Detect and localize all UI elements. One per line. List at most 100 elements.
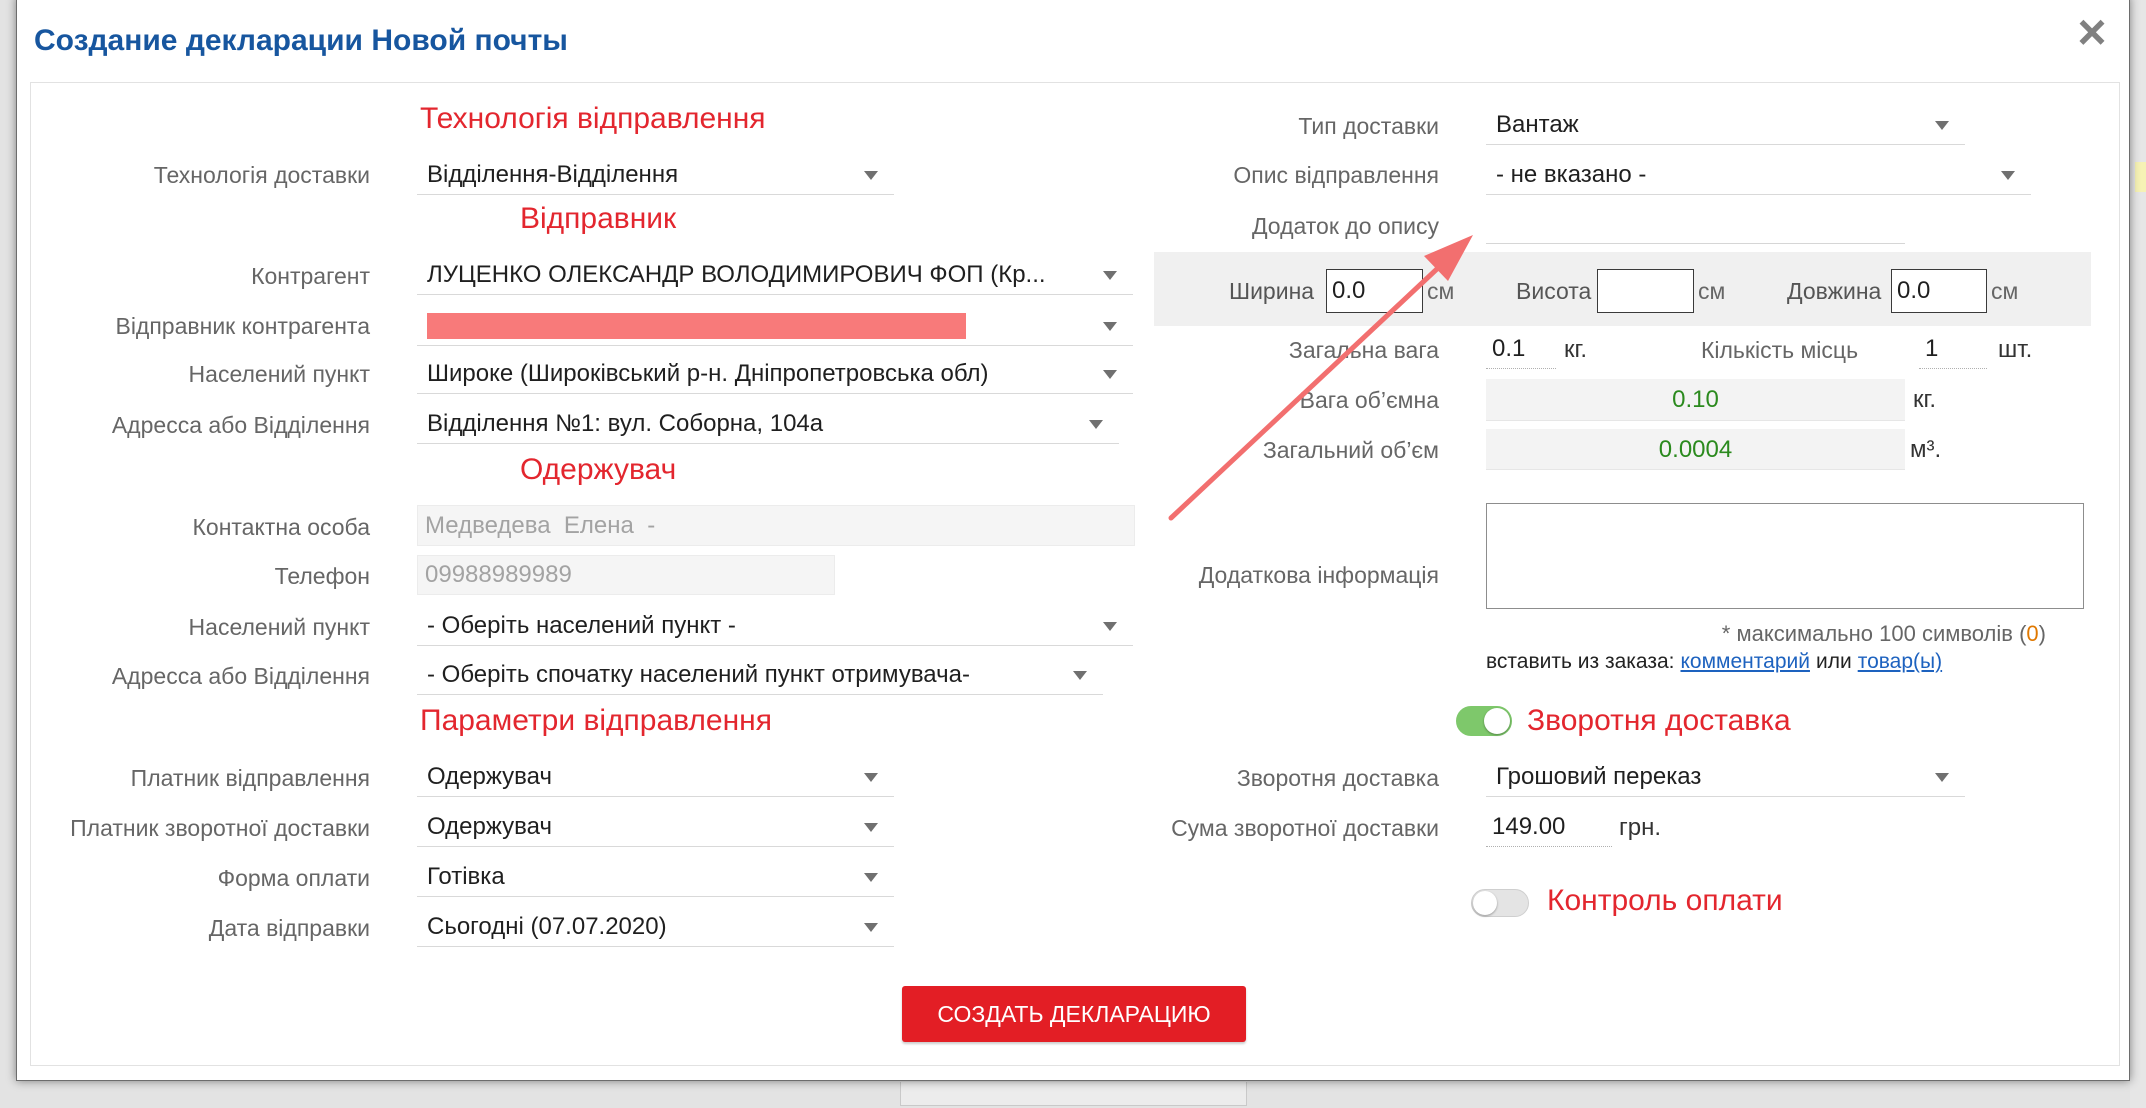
recipient-city-value[interactable]: - Оберіть населений пункт - <box>427 606 1089 646</box>
insert-goods-link[interactable]: товар(ы) <box>1858 650 1942 673</box>
volume-weight-label: Вага об’ємна <box>1299 387 1439 413</box>
chevron-down-icon[interactable] <box>1103 370 1117 379</box>
width-label: Ширина <box>1229 278 1315 304</box>
create-declaration-button[interactable]: СОЗДАТЬ ДЕКЛАРАЦИЮ <box>902 986 1246 1042</box>
chevron-down-icon[interactable] <box>2001 171 2015 180</box>
payer-label: Платник відправлення <box>130 765 370 791</box>
return-amount-input[interactable] <box>1486 807 1612 847</box>
close-icon[interactable]: × <box>2072 7 2112 57</box>
recipient-address-value[interactable]: - Оберіть спочатку населений пункт отрим… <box>427 655 1059 695</box>
phone-field[interactable] <box>417 555 835 595</box>
return-amount-label: Сума зворотної доставки <box>1171 815 1439 841</box>
recipient-address-label: Адресса або Відділення <box>111 663 370 689</box>
recipient-city-select[interactable]: - Оберіть населений пункт - <box>417 606 1133 646</box>
payment-control-toggle[interactable] <box>1471 889 1529 917</box>
return-amount-unit: грн. <box>1619 814 1662 841</box>
sender-city-value[interactable]: Широке (Широківський р-н. Дніпропетровсь… <box>427 354 1089 394</box>
char-limit-suffix: ) <box>2038 621 2046 646</box>
insert-or-text: или <box>1815 650 1852 673</box>
section-title-params: Параметри відправлення <box>420 704 772 737</box>
delivery-type-select[interactable]: Вантаж <box>1486 105 1965 145</box>
send-date-value[interactable]: Сьогодні (07.07.2020) <box>427 907 850 947</box>
width-input[interactable] <box>1326 269 1423 313</box>
volume-weight-value: 0.10 <box>1486 379 1905 421</box>
description-addon-input[interactable] <box>1486 204 1905 244</box>
insert-from-order-label: вставить из заказа: <box>1486 650 1675 673</box>
chevron-down-icon[interactable] <box>864 873 878 882</box>
extra-info-textarea[interactable] <box>1486 503 2084 609</box>
payment-form-select[interactable]: Готівка <box>417 857 894 897</box>
declaration-modal: Создание декларации Новой почты × Технол… <box>0 0 2146 1108</box>
height-input[interactable] <box>1597 269 1694 313</box>
recipient-address-select[interactable]: - Оберіть спочатку населений пункт отрим… <box>417 655 1103 695</box>
height-label: Висота <box>1516 278 1592 304</box>
chevron-down-icon[interactable] <box>1089 420 1103 429</box>
chevron-down-icon[interactable] <box>864 773 878 782</box>
return-delivery-type-value[interactable]: Грошовий переказ <box>1496 757 1921 797</box>
total-volume-unit: м³. <box>1910 436 1942 463</box>
payment-form-label: Форма оплати <box>217 865 370 891</box>
total-weight-input[interactable] <box>1486 329 1556 369</box>
description-label: Опис відправлення <box>1233 162 1439 188</box>
toggle-knob[interactable] <box>1484 708 1510 734</box>
chevron-down-icon[interactable] <box>864 171 878 180</box>
delivery-technology-select[interactable]: Відділення-Відділення <box>417 155 894 195</box>
char-count: 0 <box>2026 621 2039 646</box>
counterparty-select[interactable]: ЛУЦЕНКО ОЛЕКСАНДР ВОЛОДИМИРОВИЧ ФОП (Кр.… <box>417 255 1133 295</box>
delivery-technology-label: Технологія доставки <box>153 162 370 188</box>
width-unit: см <box>1427 278 1455 304</box>
return-payer-label: Платник зворотної доставки <box>70 815 370 841</box>
return-payer-value[interactable]: Одержувач <box>427 807 850 847</box>
total-weight-label: Загальна вага <box>1288 337 1439 363</box>
places-label: Кількість місць <box>1701 337 1859 363</box>
return-delivery-toggle[interactable] <box>1456 706 1512 736</box>
toggle-knob[interactable] <box>1473 891 1497 915</box>
total-weight-unit: кг. <box>1564 336 1587 363</box>
length-input[interactable] <box>1891 269 1987 313</box>
delivery-technology-value[interactable]: Відділення-Відділення <box>427 155 850 195</box>
section-title-recipient: Одержувач <box>520 453 677 486</box>
length-label: Довжина <box>1787 278 1882 304</box>
section-title-payment-control: Контроль оплати <box>1547 884 1783 917</box>
return-payer-select[interactable]: Одержувач <box>417 807 894 847</box>
section-title-return-delivery: Зворотня доставка <box>1527 704 1791 737</box>
description-value[interactable]: - не вказано - <box>1496 155 1987 195</box>
chevron-down-icon[interactable] <box>1103 622 1117 631</box>
chevron-down-icon[interactable] <box>864 923 878 932</box>
volume-weight-unit: кг. <box>1913 386 1936 413</box>
sender-city-select[interactable]: Широке (Широківський р-н. Дніпропетровсь… <box>417 354 1133 394</box>
sender-city-label: Населений пункт <box>188 361 370 387</box>
sender-address-select[interactable]: Відділення №1: вул. Соборна, 104а <box>417 404 1119 444</box>
char-limit-note: * максимально 100 символів (0) <box>1486 620 2046 648</box>
description-select[interactable]: - не вказано - <box>1486 155 2031 195</box>
chevron-down-icon[interactable] <box>1935 121 1949 130</box>
send-date-label: Дата відправки <box>208 915 370 941</box>
counterparty-label: Контрагент <box>251 263 370 289</box>
payer-value[interactable]: Одержувач <box>427 757 850 797</box>
insert-from-order: вставить из заказа: комментарий или товар(ы… <box>1486 648 1942 676</box>
recipient-city-label: Населений пункт <box>188 614 370 640</box>
send-date-select[interactable]: Сьогодні (07.07.2020) <box>417 907 894 947</box>
return-delivery-type-select[interactable]: Грошовий переказ <box>1486 757 1965 797</box>
sender-address-label: Адресса або Відділення <box>111 412 370 438</box>
extra-info-label: Додаткова інформація <box>1198 562 1439 588</box>
sender-contact-select[interactable] <box>417 306 1133 346</box>
places-input[interactable] <box>1919 329 1987 369</box>
contact-person-label: Контактна особа <box>192 514 370 540</box>
chevron-down-icon[interactable] <box>1073 671 1087 680</box>
contact-person-field[interactable] <box>417 505 1135 546</box>
sender-address-value[interactable]: Відділення №1: вул. Соборна, 104а <box>427 404 1075 444</box>
chevron-down-icon[interactable] <box>864 823 878 832</box>
redaction-bar <box>427 313 966 339</box>
char-limit-prefix: * максимально 100 символів ( <box>1721 621 2027 646</box>
chevron-down-icon[interactable] <box>1103 271 1117 280</box>
delivery-type-value[interactable]: Вантаж <box>1496 105 1921 145</box>
places-unit: шт. <box>1998 336 2033 363</box>
chevron-down-icon[interactable] <box>1935 773 1949 782</box>
section-title-sender: Відправник <box>520 202 677 235</box>
counterparty-value[interactable]: ЛУЦЕНКО ОЛЕКСАНДР ВОЛОДИМИРОВИЧ ФОП (Кр.… <box>427 255 1089 295</box>
payer-select[interactable]: Одержувач <box>417 757 894 797</box>
insert-comment-link[interactable]: комментарий <box>1681 650 1810 673</box>
payment-form-value[interactable]: Готівка <box>427 857 850 897</box>
section-title-technology: Технологія відправлення <box>420 102 766 135</box>
